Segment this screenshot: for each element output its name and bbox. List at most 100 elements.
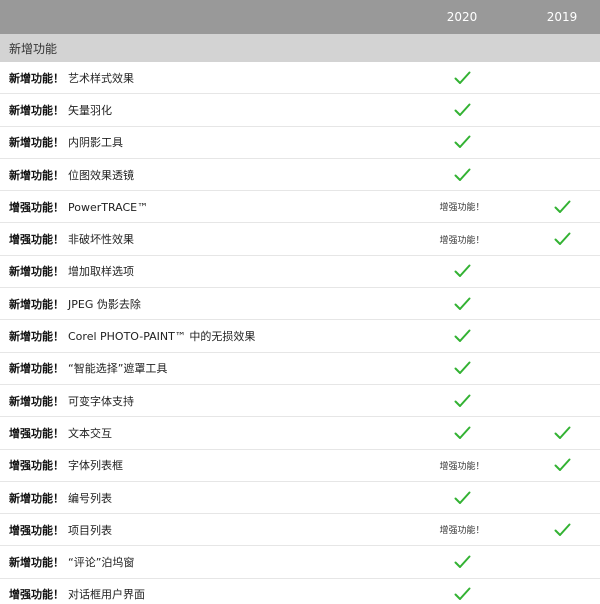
checkmark-icon bbox=[454, 329, 471, 343]
feature-prefix: 新增功能！ bbox=[9, 394, 64, 408]
cell-2020 bbox=[400, 297, 524, 311]
cell-2020 bbox=[400, 71, 524, 85]
feature-label: 新增功能！ Corel PHOTO-PAINT™ 中的无损效果 bbox=[0, 328, 400, 344]
checkmark-icon bbox=[454, 394, 471, 408]
status-label: 增强功能！ bbox=[439, 203, 485, 214]
feature-label: 新增功能！ 增加取样选项 bbox=[0, 263, 400, 279]
table-row: 新增功能！ “评论”泊坞窗 bbox=[0, 546, 600, 579]
cell-2020 bbox=[400, 264, 524, 278]
feature-name: JPEG 伪影去除 bbox=[68, 297, 141, 311]
feature-label: 增强功能！ PowerTRACE™ bbox=[0, 199, 400, 215]
table-row: 新增功能！ 内阴影工具 bbox=[0, 127, 600, 159]
cell-2019 bbox=[524, 200, 600, 214]
table-row: 增强功能！ 字体列表框 增强功能！ bbox=[0, 450, 600, 482]
cell-2020 bbox=[400, 394, 524, 408]
cell-2020 bbox=[400, 329, 524, 343]
table-row: 新增功能！ 可变字体支持 bbox=[0, 385, 600, 418]
cell-2020 bbox=[400, 361, 524, 375]
header-2019: 2019 bbox=[546, 10, 578, 24]
feature-label: 新增功能！ “智能选择”遮罩工具 bbox=[0, 360, 400, 376]
checkmark-icon bbox=[454, 555, 471, 569]
cell-2020 bbox=[400, 135, 524, 149]
cell-2020 bbox=[400, 587, 524, 601]
feature-prefix: 新增功能！ bbox=[9, 265, 64, 279]
cell-2019 bbox=[524, 232, 600, 246]
header-2020: 2020 bbox=[446, 10, 478, 24]
feature-label: 新增功能！ “评论”泊坞窗 bbox=[0, 554, 400, 570]
feature-name: “评论”泊坞窗 bbox=[68, 556, 135, 570]
feature-prefix: 新增功能！ bbox=[9, 491, 64, 505]
cell-2020 bbox=[400, 555, 524, 569]
checkmark-icon bbox=[454, 264, 471, 278]
cell-2020: 增强功能！ bbox=[400, 459, 524, 472]
status-label: 增强功能！ bbox=[439, 526, 485, 537]
feature-name: 对话框用户界面 bbox=[68, 588, 145, 602]
feature-name: 非破坏性效果 bbox=[68, 233, 134, 247]
table-row: 新增功能！ 增加取样选项 bbox=[0, 256, 600, 289]
feature-prefix: 增强功能！ bbox=[9, 200, 64, 214]
feature-rows: 新增功能！ 艺术样式效果 新增功能！ 矢量羽化 新增功能！ 内阴影工具 新增功能！ 位图效果透… bbox=[0, 62, 600, 604]
feature-label: 增强功能！ 非破坏性效果 bbox=[0, 231, 400, 247]
feature-prefix: 增强功能！ bbox=[9, 426, 64, 440]
feature-name: 矢量羽化 bbox=[68, 103, 112, 117]
table-row: 新增功能！ 编号列表 bbox=[0, 482, 600, 515]
checkmark-icon bbox=[554, 232, 571, 246]
section-title: 新增功能 bbox=[0, 34, 600, 62]
feature-label: 增强功能！ 对话框用户界面 bbox=[0, 586, 400, 602]
feature-name: 内阴影工具 bbox=[68, 136, 123, 150]
cell-2020 bbox=[400, 103, 524, 117]
feature-label: 新增功能！ 艺术样式效果 bbox=[0, 70, 400, 86]
feature-name: 字体列表框 bbox=[68, 459, 123, 473]
cell-2020: 增强功能！ bbox=[400, 233, 524, 246]
checkmark-icon bbox=[454, 361, 471, 375]
feature-label: 新增功能！ 位图效果透镜 bbox=[0, 167, 400, 183]
checkmark-icon bbox=[554, 458, 571, 472]
feature-label: 新增功能！ JPEG 伪影去除 bbox=[0, 296, 400, 312]
checkmark-icon bbox=[554, 200, 571, 214]
feature-prefix: 增强功能！ bbox=[9, 523, 64, 537]
checkmark-icon bbox=[454, 587, 471, 601]
checkmark-icon bbox=[554, 426, 571, 440]
feature-label: 新增功能！ 矢量羽化 bbox=[0, 102, 400, 118]
table-row: 新增功能！ 艺术样式效果 bbox=[0, 62, 600, 95]
checkmark-icon bbox=[454, 426, 471, 440]
status-label: 增强功能！ bbox=[439, 235, 485, 246]
cell-2020 bbox=[400, 491, 524, 505]
feature-prefix: 新增功能！ bbox=[9, 556, 64, 570]
cell-2020: 增强功能！ bbox=[400, 523, 524, 536]
table-row: 增强功能！ PowerTRACE™ 增强功能！ bbox=[0, 191, 600, 224]
cell-2019 bbox=[524, 458, 600, 472]
table-row: 增强功能！ 非破坏性效果 增强功能！ bbox=[0, 223, 600, 256]
table-row: 新增功能！ “智能选择”遮罩工具 bbox=[0, 353, 600, 385]
checkmark-icon bbox=[554, 523, 571, 537]
feature-label: 增强功能！ 项目列表 bbox=[0, 522, 400, 538]
checkmark-icon bbox=[454, 135, 471, 149]
feature-prefix: 新增功能！ bbox=[9, 103, 64, 117]
feature-comparison-table: 2020 2019 新增功能 新增功能！ 艺术样式效果 新增功能！ 矢量羽化 新增功能！… bbox=[0, 0, 600, 604]
feature-name: “智能选择”遮罩工具 bbox=[68, 362, 168, 376]
feature-prefix: 新增功能！ bbox=[9, 136, 64, 150]
feature-name: 艺术样式效果 bbox=[68, 71, 134, 85]
feature-name: 文本交互 bbox=[68, 426, 112, 440]
feature-label: 新增功能！ 可变字体支持 bbox=[0, 393, 400, 409]
feature-label: 增强功能！ 文本交互 bbox=[0, 425, 400, 441]
checkmark-icon bbox=[454, 71, 471, 85]
feature-label: 增强功能！ 字体列表框 bbox=[0, 457, 400, 473]
feature-label: 新增功能！ 内阴影工具 bbox=[0, 134, 400, 150]
checkmark-icon bbox=[454, 168, 471, 182]
feature-name: 项目列表 bbox=[68, 523, 112, 537]
feature-name: 可变字体支持 bbox=[68, 394, 134, 408]
feature-prefix: 新增功能！ bbox=[9, 71, 64, 85]
feature-prefix: 增强功能！ bbox=[9, 588, 64, 602]
checkmark-icon bbox=[454, 491, 471, 505]
feature-name: 编号列表 bbox=[68, 491, 112, 505]
cell-2020: 增强功能！ bbox=[400, 200, 524, 213]
feature-prefix: 增强功能！ bbox=[9, 233, 64, 247]
table-row: 增强功能！ 文本交互 bbox=[0, 417, 600, 450]
feature-name: Corel PHOTO-PAINT™ 中的无损效果 bbox=[68, 330, 256, 344]
table-header: 2020 2019 bbox=[0, 0, 600, 34]
table-row: 增强功能！ 项目列表 增强功能！ bbox=[0, 514, 600, 547]
feature-name: 增加取样选项 bbox=[68, 265, 134, 279]
cell-2020 bbox=[400, 168, 524, 182]
feature-label: 新增功能！ 编号列表 bbox=[0, 490, 400, 506]
